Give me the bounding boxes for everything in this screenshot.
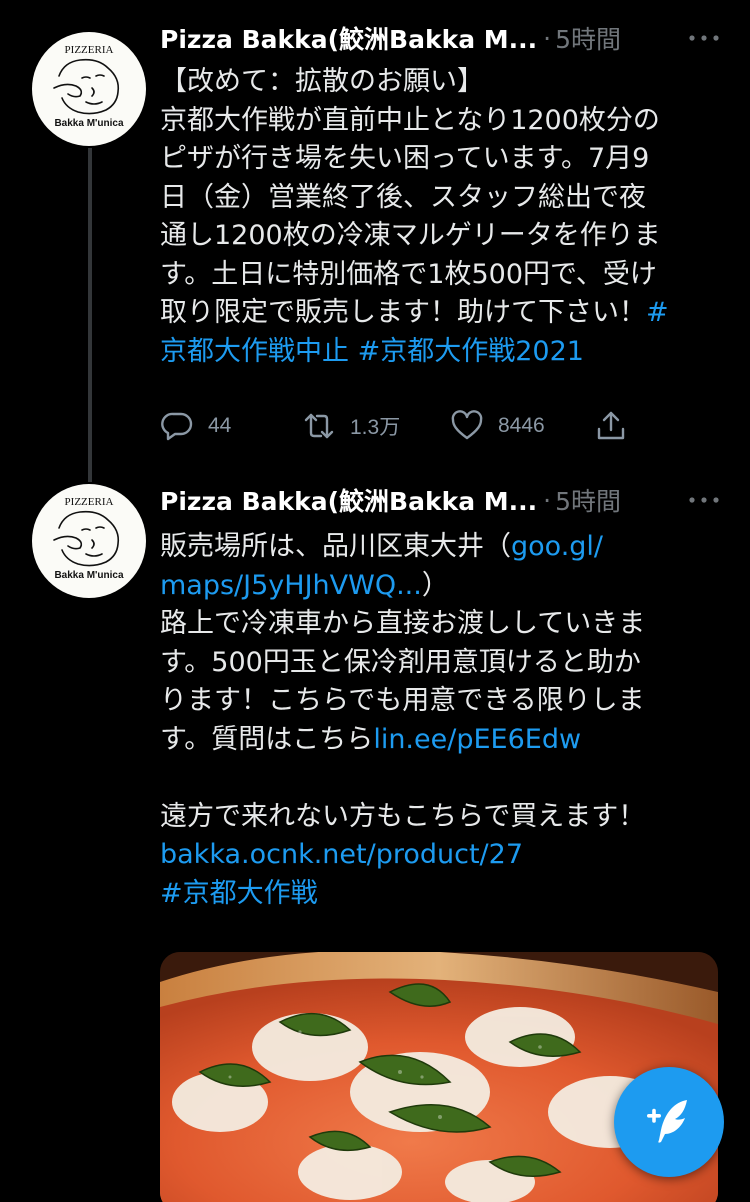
url-link[interactable]: maps/J5yHJhVWQ... (160, 570, 422, 601)
reply-icon (161, 412, 193, 441)
tweet[interactable]: PIZZERIA Bakka M'unica Pizza Bakka(鮫洲Bak… (0, 0, 750, 470)
text-line: ピザが行き場を失い困っています。7月9 (160, 143, 650, 174)
text-line: す。土日に特別価格で1枚500円で、受け (160, 258, 657, 290)
share-button[interactable] (594, 406, 642, 446)
hashtag-link[interactable]: #京都大作戦2021 (358, 336, 584, 367)
like-icon (451, 410, 483, 440)
tweet-text: 【改めて：拡散のお願い】 京都大作戦が直前中止となり1200枚分の ピザが行き場… (160, 63, 720, 371)
reply-button[interactable]: 44 (160, 406, 231, 446)
timestamp[interactable]: 5時間 (555, 482, 621, 518)
thread-line (88, 148, 92, 470)
text-line: 遠方で来れない方もこちらで買えます！ (160, 800, 646, 832)
hashtag-link[interactable]: 京都大作戦中止 (160, 336, 349, 367)
separator: · (543, 485, 552, 515)
retweet-button[interactable]: 1.3万 (302, 406, 400, 446)
text-line: bakka.ocnk.net/product/27 (160, 836, 720, 875)
svg-text:PIZZERIA: PIZZERIA (65, 44, 114, 56)
retweet-icon (304, 413, 334, 439)
text-segment: ） (421, 569, 449, 601)
text-segment: す。質問はこちら (160, 723, 374, 755)
text-line: す。500円玉と保冷剤用意頂けると助か (160, 646, 641, 678)
retweet-count: 1.3万 (350, 416, 401, 439)
svg-text:PIZZERIA: PIZZERIA (65, 496, 114, 508)
text-line: maps/J5yHJhVWQ...） (160, 567, 720, 606)
text-line: 通し1200枚の冷凍マルゲリータを作りま (160, 220, 661, 251)
compose-tweet-button[interactable] (614, 1067, 724, 1177)
like-count: 8446 (498, 414, 545, 437)
tweet-text: 販売場所は、品川区東大井（goo.gl/ maps/J5yHJhVWQ...） … (160, 528, 720, 913)
text-segment (349, 336, 358, 367)
hashtag-link[interactable]: #京都大作戦 (160, 878, 318, 909)
avatar[interactable]: PIZZERIA Bakka M'unica (32, 484, 146, 598)
like-button[interactable]: 8446 (450, 406, 545, 446)
author-name[interactable]: Pizza Bakka(鮫洲Bakka M... (160, 20, 537, 56)
url-link[interactable]: bakka.ocnk.net/product/27 (160, 839, 523, 870)
compose-tweet-icon (647, 1100, 687, 1143)
text-line: 取り限定で販売します！助けて下さい！# (160, 294, 720, 333)
thread-line (88, 470, 92, 482)
url-link[interactable]: lin.ee/pEE6Edw (373, 724, 581, 755)
text-line: ります！こちらでも用意できる限りしま (160, 685, 645, 716)
author-name[interactable]: Pizza Bakka(鮫洲Bakka M... (160, 482, 537, 518)
tweet-actions: 44 1.3万 8446 (160, 406, 630, 446)
share-icon (597, 411, 625, 440)
more-icon[interactable] (686, 24, 722, 52)
svg-text:Bakka M'unica: Bakka M'unica (54, 570, 124, 581)
svg-text:Bakka M'unica: Bakka M'unica (54, 118, 124, 129)
text-line: 京都大作戦が直前中止となり1200枚分の (160, 104, 660, 136)
more-icon[interactable] (686, 486, 722, 514)
hashtag-link[interactable]: # (646, 297, 669, 328)
text-segment: 取り限定で販売します！助けて下さい！ (160, 297, 646, 328)
avatar[interactable]: PIZZERIA Bakka M'unica (32, 32, 146, 146)
text-line: 路上で冷凍車から直接お渡ししていきま (160, 608, 646, 639)
text-line: 日（金）営業終了後、スタッフ総出で夜 (160, 181, 646, 213)
reply-count: 44 (208, 414, 232, 437)
text-line: #京都大作戦 (160, 875, 720, 914)
text-line: 【改めて：拡散のお願い】 (160, 66, 484, 97)
text-line: 京都大作戦中止 #京都大作戦2021 (160, 333, 720, 372)
timestamp[interactable]: 5時間 (555, 20, 621, 56)
text-line: す。質問はこちらlin.ee/pEE6Edw (160, 721, 720, 760)
url-link[interactable]: goo.gl/ (511, 531, 603, 562)
text-segment: 販売場所は、品川区東大井（ (160, 531, 511, 562)
separator: · (543, 23, 552, 53)
text-line: 販売場所は、品川区東大井（goo.gl/ (160, 528, 720, 567)
